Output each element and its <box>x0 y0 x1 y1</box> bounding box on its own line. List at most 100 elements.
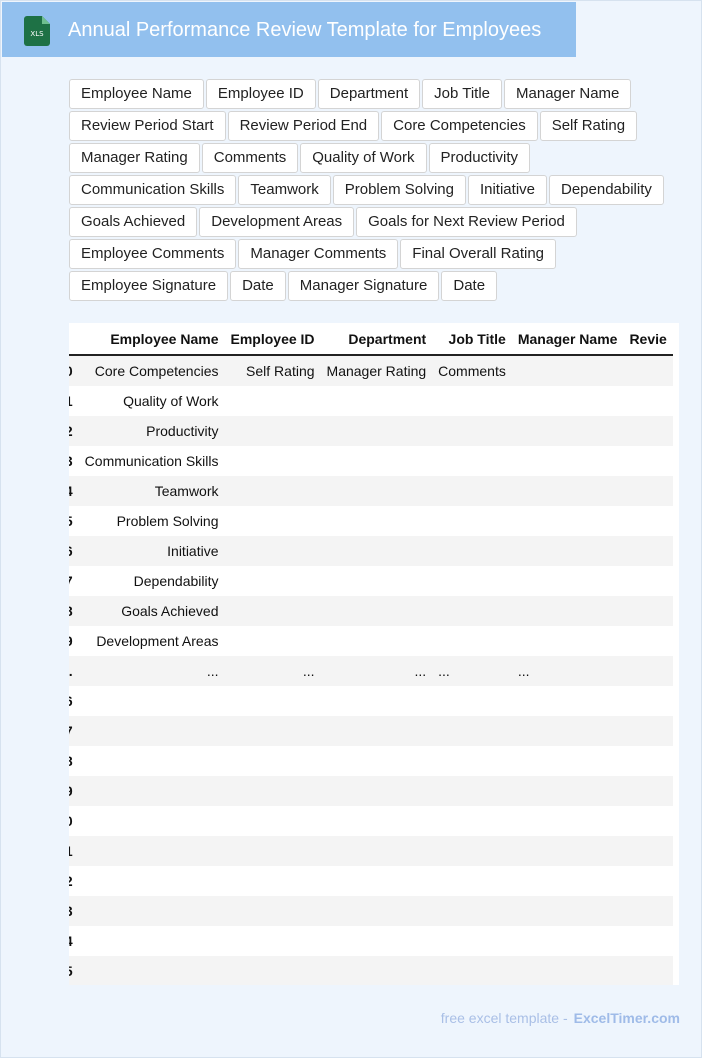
table-cell[interactable] <box>432 836 512 866</box>
table-cell[interactable] <box>511 566 624 596</box>
table-cell[interactable] <box>432 446 512 476</box>
field-chip[interactable]: Dependability <box>549 175 664 205</box>
table-cell[interactable]: ... <box>432 656 512 686</box>
table-cell[interactable] <box>511 446 624 476</box>
table-cell[interactable] <box>320 896 433 926</box>
table-cell[interactable] <box>623 386 673 416</box>
field-chip[interactable]: Quality of Work <box>300 143 427 173</box>
table-cell[interactable] <box>78 836 225 866</box>
table-cell[interactable] <box>623 446 673 476</box>
field-chip[interactable]: Development Areas <box>199 207 355 237</box>
table-cell[interactable] <box>320 626 433 656</box>
table-cell[interactable] <box>623 776 673 806</box>
table-cell[interactable] <box>623 355 673 386</box>
table-cell[interactable] <box>511 386 624 416</box>
table-cell[interactable] <box>511 416 624 446</box>
table-cell[interactable] <box>320 446 433 476</box>
table-cell[interactable] <box>224 836 321 866</box>
table-cell[interactable] <box>224 866 321 896</box>
table-cell[interactable] <box>432 716 512 746</box>
table-cell[interactable] <box>224 416 321 446</box>
table-cell[interactable] <box>432 386 512 416</box>
table-cell[interactable] <box>623 596 673 626</box>
table-cell[interactable] <box>224 686 321 716</box>
field-chip[interactable]: Date <box>230 271 286 301</box>
table-cell[interactable] <box>623 806 673 836</box>
field-chip[interactable]: Goals Achieved <box>69 207 198 237</box>
field-chip[interactable]: Employee Comments <box>69 239 237 269</box>
table-cell[interactable] <box>432 416 512 446</box>
field-chip[interactable]: Communication Skills <box>69 175 237 205</box>
table-cell[interactable] <box>511 866 624 896</box>
table-cell[interactable] <box>432 686 512 716</box>
table-cell[interactable] <box>511 746 624 776</box>
table-cell[interactable] <box>224 716 321 746</box>
table-cell[interactable] <box>78 956 225 985</box>
table-cell[interactable]: Problem Solving <box>78 506 225 536</box>
table-cell[interactable]: Self Rating <box>224 355 321 386</box>
table-cell[interactable] <box>511 476 624 506</box>
field-chip[interactable]: Employee ID <box>205 79 316 109</box>
field-chip[interactable]: Job Title <box>422 79 503 109</box>
table-cell[interactable] <box>320 386 433 416</box>
table-cell[interactable] <box>432 506 512 536</box>
table-cell[interactable] <box>511 956 624 985</box>
table-cell[interactable] <box>78 716 225 746</box>
table-cell[interactable] <box>432 536 512 566</box>
table-cell[interactable] <box>224 926 321 956</box>
table-cell[interactable]: Teamwork <box>78 476 225 506</box>
table-cell[interactable] <box>432 596 512 626</box>
table-cell[interactable] <box>78 776 225 806</box>
table-cell[interactable] <box>78 896 225 926</box>
table-cell[interactable]: Manager Rating <box>320 355 433 386</box>
table-cell[interactable] <box>623 656 673 686</box>
table-cell[interactable] <box>78 746 225 776</box>
table-cell[interactable] <box>623 626 673 656</box>
table-cell[interactable] <box>511 506 624 536</box>
table-cell[interactable] <box>224 536 321 566</box>
footer-brand-link[interactable]: ExcelTimer.com <box>574 1010 680 1026</box>
field-chip[interactable]: Employee Signature <box>69 271 229 301</box>
field-chip[interactable]: Self Rating <box>539 111 638 141</box>
field-chip[interactable]: Manager Comments <box>238 239 399 269</box>
table-cell[interactable] <box>623 476 673 506</box>
table-cell[interactable] <box>511 806 624 836</box>
column-header[interactable] <box>69 323 79 356</box>
table-cell[interactable]: Comments <box>432 355 512 386</box>
table-cell[interactable]: Dependability <box>78 566 225 596</box>
column-header[interactable]: Employee Name <box>78 323 225 356</box>
table-cell[interactable] <box>320 566 433 596</box>
table-cell[interactable] <box>78 866 225 896</box>
field-chip[interactable]: Employee Name <box>69 79 204 109</box>
table-cell[interactable] <box>320 776 433 806</box>
table-cell[interactable] <box>511 896 624 926</box>
column-header[interactable]: Revie <box>623 323 673 356</box>
table-cell[interactable] <box>432 896 512 926</box>
field-chip[interactable]: Initiative <box>467 175 547 205</box>
table-cell[interactable] <box>224 446 321 476</box>
table-cell[interactable]: Development Areas <box>78 626 225 656</box>
table-cell[interactable] <box>320 476 433 506</box>
table-cell[interactable] <box>432 806 512 836</box>
table-cell[interactable]: ... <box>78 656 225 686</box>
table-cell[interactable] <box>320 836 433 866</box>
table-cell[interactable] <box>224 386 321 416</box>
table-cell[interactable] <box>623 746 673 776</box>
table-cell[interactable] <box>320 596 433 626</box>
table-cell[interactable] <box>432 626 512 656</box>
table-cell[interactable] <box>623 896 673 926</box>
table-cell[interactable] <box>320 416 433 446</box>
field-chip[interactable]: Core Competencies <box>381 111 538 141</box>
field-chip[interactable]: Department <box>317 79 421 109</box>
table-cell[interactable] <box>511 596 624 626</box>
table-cell[interactable] <box>224 596 321 626</box>
table-cell[interactable] <box>78 926 225 956</box>
table-cell[interactable]: Communication Skills <box>78 446 225 476</box>
field-chip[interactable]: Comments <box>201 143 299 173</box>
column-header[interactable]: Manager Name <box>511 323 624 356</box>
table-cell[interactable] <box>320 806 433 836</box>
table-cell[interactable] <box>511 926 624 956</box>
table-cell[interactable] <box>432 956 512 985</box>
column-header[interactable]: Employee ID <box>224 323 321 356</box>
table-cell[interactable] <box>320 866 433 896</box>
